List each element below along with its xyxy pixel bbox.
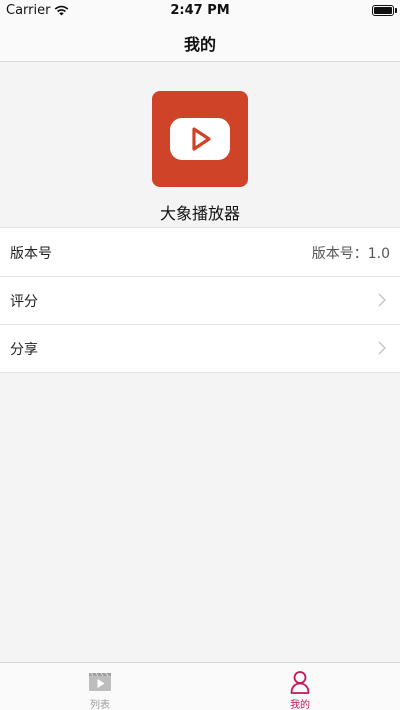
settings-list: 版本号 版本号：1.0 评分 分享 xyxy=(0,227,400,373)
battery-icon xyxy=(372,5,394,16)
tab-mine[interactable]: 我的 xyxy=(200,663,400,710)
status-time: 2:47 PM xyxy=(170,3,230,18)
version-row: 版本号 版本号：1.0 xyxy=(0,228,400,276)
tab-list[interactable]: 列表 xyxy=(0,663,200,710)
tab-list-label: 列表 xyxy=(90,700,110,710)
app-header: 大象播放器 xyxy=(0,62,400,227)
app-name: 大象播放器 xyxy=(159,204,240,223)
chevron-right-icon xyxy=(378,293,386,307)
app-logo xyxy=(152,91,248,187)
tab-mine-label: 我的 xyxy=(290,700,310,710)
share-label: 分享 xyxy=(10,342,38,358)
battery-level xyxy=(374,7,392,14)
version-label: 版本号 xyxy=(10,246,52,262)
battery-cap xyxy=(395,8,397,13)
share-row[interactable]: 分享 xyxy=(0,324,400,372)
rating-label: 评分 xyxy=(10,294,38,310)
tab-bar: 列表 我的 xyxy=(0,662,400,710)
status-bar: Carrier 2:47 PM xyxy=(0,0,400,22)
version-value: 版本号：1.0 xyxy=(311,246,390,262)
navigation-bar: 我的 xyxy=(0,22,400,62)
screen: Carrier 2:47 PM 我的 大象播放器 版本号 版本号：1.0 评分 … xyxy=(0,0,400,710)
chevron-right-icon xyxy=(378,341,386,355)
video-icon xyxy=(89,672,111,691)
rating-row[interactable]: 评分 xyxy=(0,276,400,324)
person-icon xyxy=(290,671,310,694)
page-title: 我的 xyxy=(183,35,216,54)
play-button-icon xyxy=(170,118,230,160)
